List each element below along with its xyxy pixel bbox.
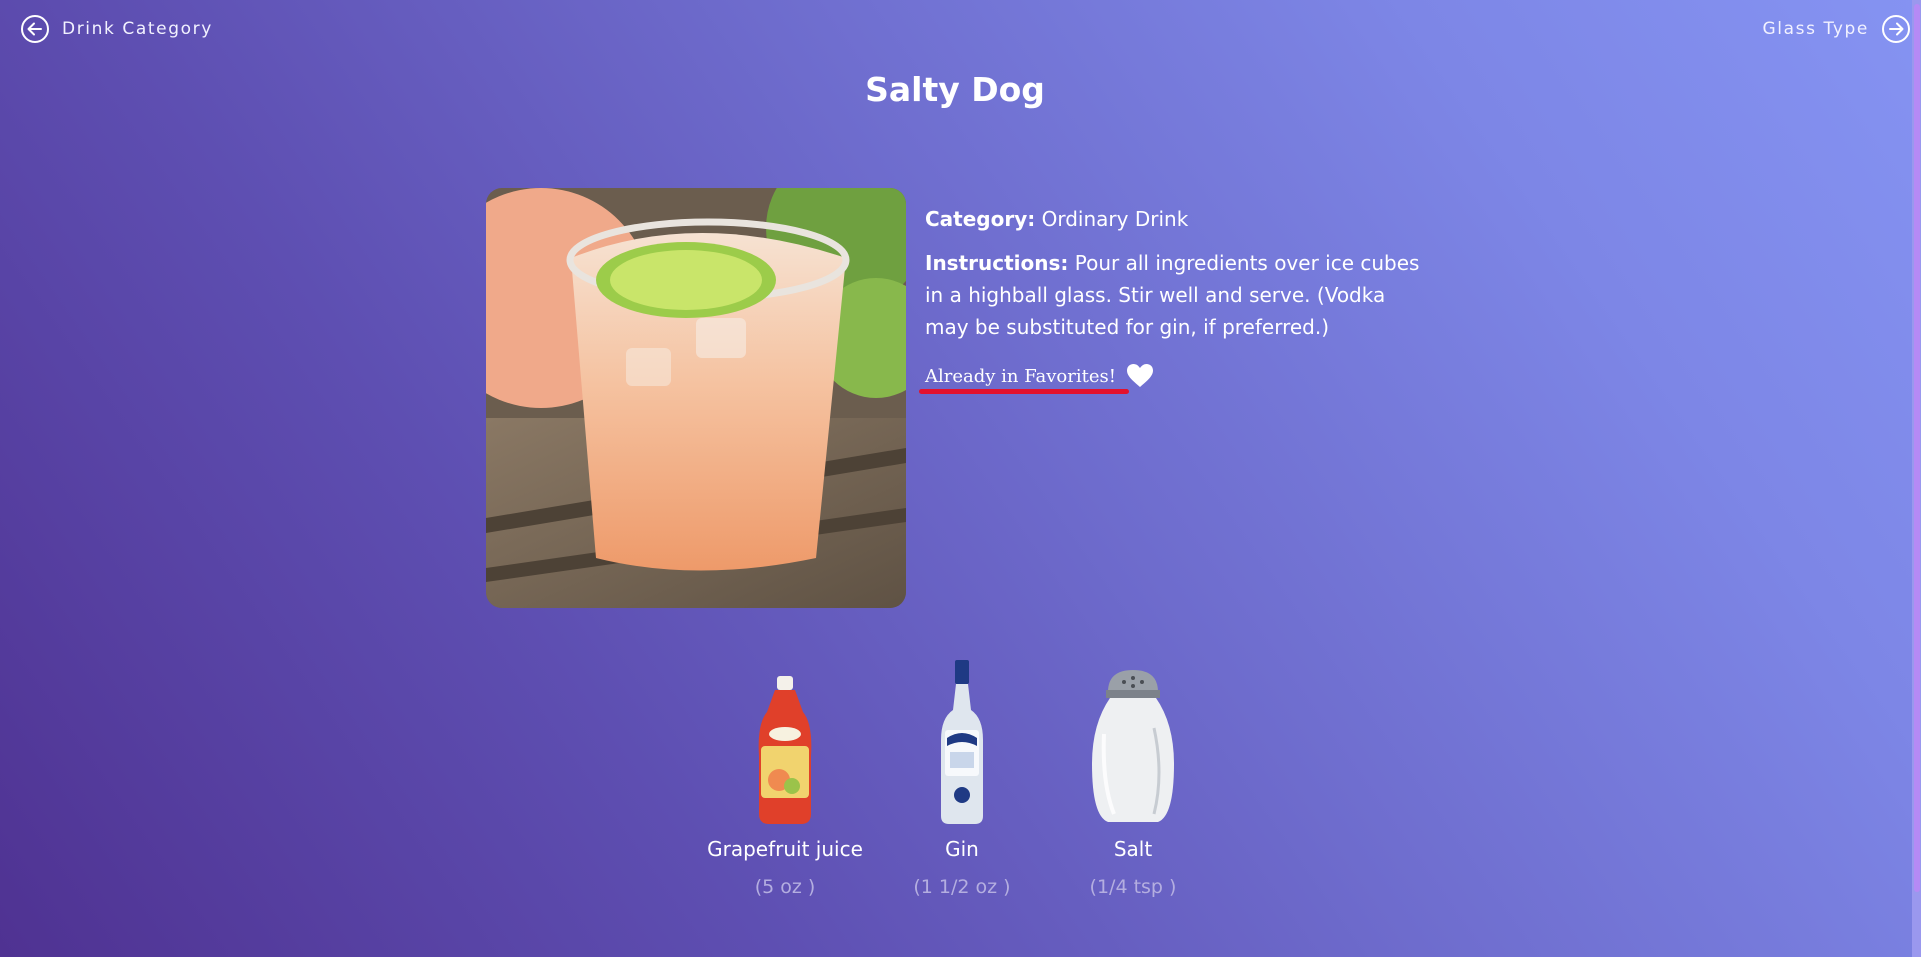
category-label: Category: [925, 207, 1036, 231]
heart-icon [1126, 363, 1154, 389]
back-to-category-link[interactable]: Drink Category [20, 14, 213, 44]
ingredient-name: Salt [1113, 837, 1153, 861]
ingredient-salt[interactable]: Salt (1/4 tsp ) [1043, 656, 1223, 898]
back-link-label: Drink Category [62, 19, 213, 39]
salt-shaker [1043, 656, 1223, 826]
drink-details: Category: Ordinary Drink Instructions: P… [925, 203, 1435, 355]
arrow-left-circle-icon [20, 14, 50, 44]
ingredient-measure: (1 1/2 oz ) [913, 876, 1011, 898]
favorites-underline [919, 389, 1129, 394]
category-line: Category: Ordinary Drink [925, 203, 1435, 235]
category-value: Ordinary Drink [1041, 207, 1189, 231]
ingredient-measure: (5 oz ) [754, 876, 816, 898]
instructions-label: Instructions: [925, 251, 1069, 275]
gin-bottle [872, 656, 1052, 826]
ingredient-name: Grapefruit juice [707, 837, 863, 861]
ingredient-grapefruit-juice[interactable]: Grapefruit juice (5 oz ) [695, 656, 875, 898]
favorites-toggle[interactable]: Already in Favorites! [925, 363, 1154, 389]
scrollbar-thumb[interactable] [1914, 4, 1920, 892]
grapefruit-juice-bottle [695, 656, 875, 826]
instructions-line: Instructions: Pour all ingredients over … [925, 247, 1435, 343]
ingredient-gin[interactable]: Gin (1 1/2 oz ) [872, 656, 1052, 898]
forward-link-label: Glass Type [1762, 19, 1869, 39]
page-scrollbar[interactable] [1912, 0, 1921, 957]
arrow-right-circle-icon [1881, 14, 1911, 44]
drink-photo [486, 188, 906, 608]
favorites-status-text: Already in Favorites! [925, 365, 1116, 387]
forward-to-glass-type-link[interactable]: Glass Type [1763, 14, 1911, 44]
ingredient-name: Gin [945, 837, 979, 861]
ingredient-measure: (1/4 tsp ) [1089, 876, 1177, 898]
drink-title: Salty Dog [865, 70, 1045, 109]
